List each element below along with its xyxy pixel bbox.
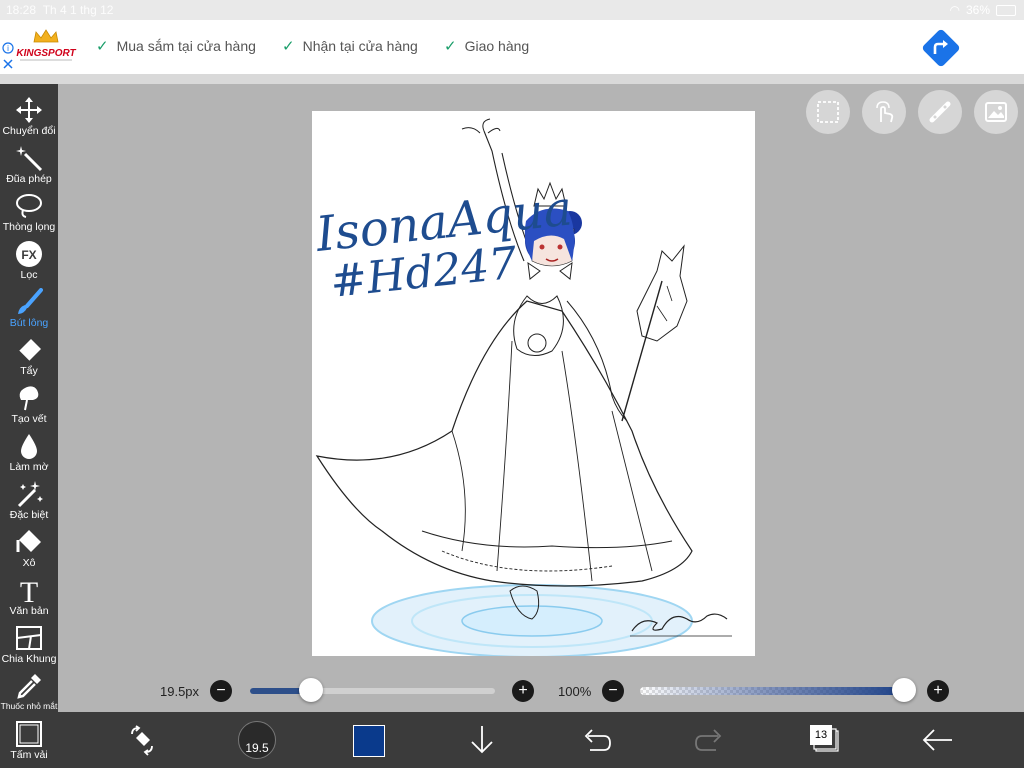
touch-mode-button[interactable] xyxy=(862,90,906,134)
tool-canvas[interactable]: Tấm vải xyxy=(0,716,58,764)
tool-brush[interactable]: Bút lông xyxy=(0,284,58,332)
bucket-icon xyxy=(16,530,41,552)
redo-icon xyxy=(695,729,722,751)
ad-item-pickup[interactable]: ✓ Nhận tại cửa hàng xyxy=(282,37,418,55)
battery-icon xyxy=(996,4,1016,16)
magic-wand-icon xyxy=(16,146,43,172)
check-icon: ✓ xyxy=(282,38,295,55)
svg-text:i: i xyxy=(7,44,9,53)
brush-eraser-swap-button[interactable] xyxy=(124,722,160,758)
tool-blur[interactable]: Làm mờ xyxy=(0,428,58,476)
tool-sidebar: Chuyển đổi Đũa phép Thòng lọng FX Lọc Bú… xyxy=(0,84,58,768)
brush-size-preview-button[interactable]: 19.5 xyxy=(238,721,276,759)
redo-button[interactable] xyxy=(692,722,728,758)
brush-size-knob[interactable] xyxy=(299,678,324,702)
wifi-icon: ◠ xyxy=(949,3,960,17)
smudge-icon xyxy=(19,386,39,411)
blur-drop-icon xyxy=(21,434,37,459)
bottom-toolbar: 19.5 13 xyxy=(58,712,1024,768)
tool-transform[interactable]: Chuyển đổi xyxy=(0,92,58,140)
swap-tools-icon xyxy=(131,725,153,756)
sparkle-icon xyxy=(17,481,43,508)
ad-item-shop[interactable]: ✓ Mua sắm tại cửa hàng xyxy=(96,37,256,55)
undo-icon xyxy=(584,729,611,751)
artwork: IsonaAqua #Hd247 xyxy=(312,118,732,658)
opacity-slider[interactable] xyxy=(640,687,904,695)
opacity-knob[interactable] xyxy=(892,678,916,702)
current-color-button[interactable] xyxy=(353,725,385,757)
back-button[interactable] xyxy=(920,722,956,758)
arrow-down-icon xyxy=(471,726,493,754)
text-icon: T xyxy=(20,576,38,604)
status-bar: 18:28 Th 4 1 thg 12 ◠ 36% xyxy=(0,0,1024,20)
tool-eraser[interactable]: Tẩy xyxy=(0,332,58,380)
eyedropper-icon xyxy=(17,674,41,699)
tool-text[interactable]: T Văn bản xyxy=(0,572,58,620)
selection-icon xyxy=(817,101,839,123)
frame-divider-icon xyxy=(16,626,42,650)
layer-count: 13 xyxy=(810,725,832,745)
move-icon xyxy=(16,97,42,123)
tool-eyedropper[interactable]: Thuốc nhỏ mắt xyxy=(0,668,58,716)
tool-frame-divider[interactable]: Chia Khung xyxy=(0,620,58,668)
selection-button[interactable] xyxy=(806,90,850,134)
tool-smudge[interactable]: Tạo vết xyxy=(0,380,58,428)
top-separator xyxy=(0,74,1024,84)
brush-size-value: 19.5px xyxy=(160,684,200,699)
download-button[interactable] xyxy=(464,722,500,758)
arrow-left-icon xyxy=(922,729,952,751)
slider-row: 19.5px − + 100% − + xyxy=(58,676,1024,706)
battery-percent: 36% xyxy=(965,3,990,17)
svg-text:T: T xyxy=(20,576,38,604)
canvas-icon xyxy=(16,721,42,747)
tool-lasso[interactable]: Thòng lọng xyxy=(0,188,58,236)
status-right: ◠ 36% xyxy=(949,3,1016,17)
ruler-icon xyxy=(929,101,951,123)
check-icon: ✓ xyxy=(444,38,457,55)
svg-text:KINGSPORT: KINGSPORT xyxy=(16,48,76,59)
image-button[interactable] xyxy=(974,90,1018,134)
layers-button[interactable]: 13 xyxy=(810,725,839,752)
check-icon: ✓ xyxy=(96,38,109,55)
tool-filter[interactable]: FX Lọc xyxy=(0,236,58,284)
brush-size-slider[interactable] xyxy=(250,688,495,694)
ruler-button[interactable] xyxy=(918,90,962,134)
opacity-value: 100% xyxy=(558,684,592,699)
image-icon xyxy=(985,102,1007,122)
touch-hand-icon xyxy=(876,101,894,123)
undo-button[interactable] xyxy=(578,722,614,758)
opacity-increase-button[interactable]: + xyxy=(927,680,949,702)
lasso-icon xyxy=(16,194,42,218)
brush-size-badge: 19.5 xyxy=(245,741,269,755)
status-time-date: 18:28 Th 4 1 thg 12 xyxy=(6,3,114,17)
directions-button[interactable] xyxy=(918,25,964,71)
tool-special[interactable]: Đặc biệt xyxy=(0,476,58,524)
ad-info-icon[interactable]: i xyxy=(2,42,14,72)
svg-text:FX: FX xyxy=(21,248,36,262)
ad-banner[interactable]: i KINGSPORT ✓ Mua sắm tại cửa hàng ✓ Nhậ… xyxy=(0,20,1024,75)
drawing-canvas[interactable]: IsonaAqua #Hd247 xyxy=(312,111,755,658)
opacity-decrease-button[interactable]: − xyxy=(602,680,624,702)
brush-size-increase-button[interactable]: + xyxy=(512,680,534,702)
kingsport-logo[interactable]: KINGSPORT xyxy=(14,28,78,64)
ad-item-delivery[interactable]: ✓ Giao hàng xyxy=(444,37,529,55)
brush-size-decrease-button[interactable]: − xyxy=(210,680,232,702)
eraser-icon xyxy=(18,339,41,362)
tool-magic-wand[interactable]: Đũa phép xyxy=(0,140,58,188)
brush-icon xyxy=(18,288,43,314)
tool-bucket[interactable]: Xô xyxy=(0,524,58,572)
fx-filter-icon: FX xyxy=(16,241,42,267)
